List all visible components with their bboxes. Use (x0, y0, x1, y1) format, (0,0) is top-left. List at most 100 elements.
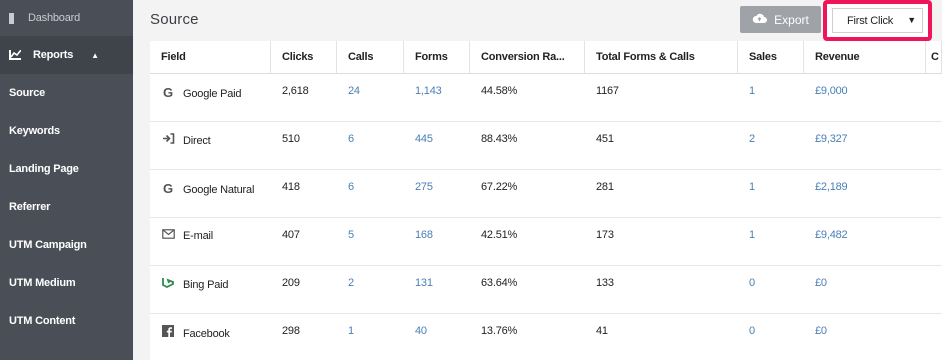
cell-forms[interactable]: 445 (404, 122, 470, 169)
sidebar-item-label: UTM Medium (9, 277, 76, 289)
cell-total-forms-calls: 1167 (596, 85, 619, 97)
column-header-calls[interactable]: Calls (337, 41, 404, 73)
cell-conversion-rate: 67.22% (481, 181, 518, 193)
table-row[interactable]: G Google Paid 2,618 24 1,143 44.58% 1167 1 £9,00… (150, 74, 942, 122)
page-title: Source (150, 11, 199, 28)
sidebar-item-landing-page[interactable]: Landing Page (0, 150, 133, 188)
cell-revenue[interactable]: £2,189 (804, 170, 926, 217)
column-header-revenue[interactable]: Revenue (804, 41, 926, 73)
cell-conversion-rate: 44.58% (481, 85, 518, 97)
cell-field: Facebook (150, 314, 271, 360)
sidebar-item-label: Landing Page (9, 163, 79, 175)
attribution-model-select[interactable]: First Click ▼ (832, 8, 923, 33)
source-name: Bing Paid (183, 279, 229, 291)
cell-sales[interactable]: 1 (738, 74, 804, 121)
table-row[interactable]: Bing Paid 209 2 131 63.64% 133 0 £0 (150, 266, 942, 314)
cell-conversion-rate: 42.51% (481, 229, 518, 241)
page-header: Source Export First Click ▼ (133, 0, 942, 41)
source-name: Direct (183, 135, 211, 147)
sidebar-item-utm-content[interactable]: UTM Content (0, 302, 133, 340)
sidebar-item-utm-campaign[interactable]: UTM Campaign (0, 226, 133, 264)
export-button[interactable]: Export (740, 6, 821, 33)
google-icon: G (163, 85, 173, 100)
cell-calls[interactable]: 5 (337, 218, 404, 265)
cell-field: E-mail (150, 218, 271, 265)
table-row[interactable]: G Google Natural 418 6 275 67.22% 281 1 £2,189 (150, 170, 942, 218)
attribution-select-highlight: First Click ▼ (823, 0, 932, 41)
cell-conversion-rate: 63.64% (481, 277, 518, 289)
cell-field: G Google Natural (150, 170, 271, 217)
cell-conversion-rate: 88.43% (481, 133, 518, 145)
cell-clicks: 2,618 (282, 85, 309, 97)
cell-forms[interactable]: 168 (404, 218, 470, 265)
cell-clicks: 418 (282, 181, 300, 193)
source-table: Field Clicks Calls Forms Conversion Ra..… (150, 41, 942, 360)
cell-revenue[interactable]: £9,482 (804, 218, 926, 265)
sidebar-item-referrer[interactable]: Referrer (0, 188, 133, 226)
sidebar-item-keywords[interactable]: Keywords (0, 112, 133, 150)
cell-sales[interactable]: 2 (738, 122, 804, 169)
table-header-row: Field Clicks Calls Forms Conversion Ra..… (150, 41, 942, 74)
cell-clicks: 510 (282, 133, 300, 145)
sidebar-item-label: Source (9, 87, 46, 99)
cell-revenue[interactable]: £9,000 (804, 74, 926, 121)
sidebar-item-utm-medium[interactable]: UTM Medium (0, 264, 133, 302)
cloud-upload-icon (752, 13, 768, 27)
bing-icon (161, 277, 175, 291)
export-button-label: Export (774, 12, 809, 27)
cell-total-forms-calls: 451 (596, 133, 614, 145)
cell-clicks: 209 (282, 277, 300, 289)
source-name: Facebook (183, 328, 230, 340)
column-header-total-forms-calls[interactable]: Total Forms & Calls (585, 41, 738, 73)
cell-sales[interactable]: 1 (738, 218, 804, 265)
table-row[interactable]: Facebook 298 1 40 13.76% 41 0 £0 (150, 314, 942, 360)
cell-calls[interactable]: 6 (337, 122, 404, 169)
cell-total-forms-calls: 133 (596, 277, 614, 289)
dropdown-arrow-icon: ▼ (907, 15, 916, 25)
cell-field: Bing Paid (150, 266, 271, 313)
cell-sales[interactable]: 0 (738, 266, 804, 313)
facebook-icon (161, 325, 175, 340)
cell-forms[interactable]: 275 (404, 170, 470, 217)
table-body: G Google Paid 2,618 24 1,143 44.58% 1167 1 £9,00… (150, 74, 942, 360)
cell-calls[interactable]: 6 (337, 170, 404, 217)
sidebar-item-label: UTM Campaign (9, 239, 87, 251)
column-header-conversion-rate[interactable]: Conversion Ra... (470, 41, 585, 73)
main-content: Source Export First Click ▼ Field Clicks… (133, 0, 942, 360)
cell-calls[interactable]: 24 (337, 74, 404, 121)
cell-calls[interactable]: 2 (337, 266, 404, 313)
google-icon: G (163, 181, 173, 196)
source-name: Google Paid (183, 88, 242, 100)
sidebar-item-source[interactable]: Source (0, 74, 133, 112)
sidebar: Dashboard Reports ▲ Source Keywords Land… (0, 0, 133, 360)
cell-forms[interactable]: 40 (404, 314, 470, 360)
column-header-clicks[interactable]: Clicks (271, 41, 337, 73)
column-header-sales[interactable]: Sales (738, 41, 804, 73)
cell-revenue[interactable]: £9,327 (804, 122, 926, 169)
envelope-icon (161, 229, 175, 242)
cell-clicks: 298 (282, 325, 300, 337)
table-row[interactable]: Direct 510 6 445 88.43% 451 2 £9,327 (150, 122, 942, 170)
dashboard-icon (9, 12, 14, 24)
column-header-field[interactable]: Field (150, 41, 271, 73)
sidebar-item-label: Keywords (9, 125, 60, 137)
cell-conversion-rate: 13.76% (481, 325, 518, 337)
chevron-up-icon: ▲ (91, 50, 99, 60)
cell-forms[interactable]: 131 (404, 266, 470, 313)
cell-calls[interactable]: 1 (337, 314, 404, 360)
line-chart-icon (9, 50, 21, 60)
table-row[interactable]: E-mail 407 5 168 42.51% 173 1 £9,482 (150, 218, 942, 266)
cell-sales[interactable]: 1 (738, 170, 804, 217)
cell-total-forms-calls: 281 (596, 181, 614, 193)
cell-revenue[interactable]: £0 (804, 314, 926, 360)
direct-arrow-icon (161, 133, 175, 147)
sidebar-item-reports[interactable]: Reports ▲ (0, 36, 133, 74)
cell-revenue[interactable]: £0 (804, 266, 926, 313)
source-name: E-mail (183, 230, 213, 242)
sidebar-item-dashboard[interactable]: Dashboard (0, 0, 133, 36)
attribution-model-value: First Click (847, 14, 894, 27)
column-header-truncated[interactable]: C (926, 41, 942, 73)
cell-forms[interactable]: 1,143 (404, 74, 470, 121)
cell-sales[interactable]: 0 (738, 314, 804, 360)
column-header-forms[interactable]: Forms (404, 41, 470, 73)
